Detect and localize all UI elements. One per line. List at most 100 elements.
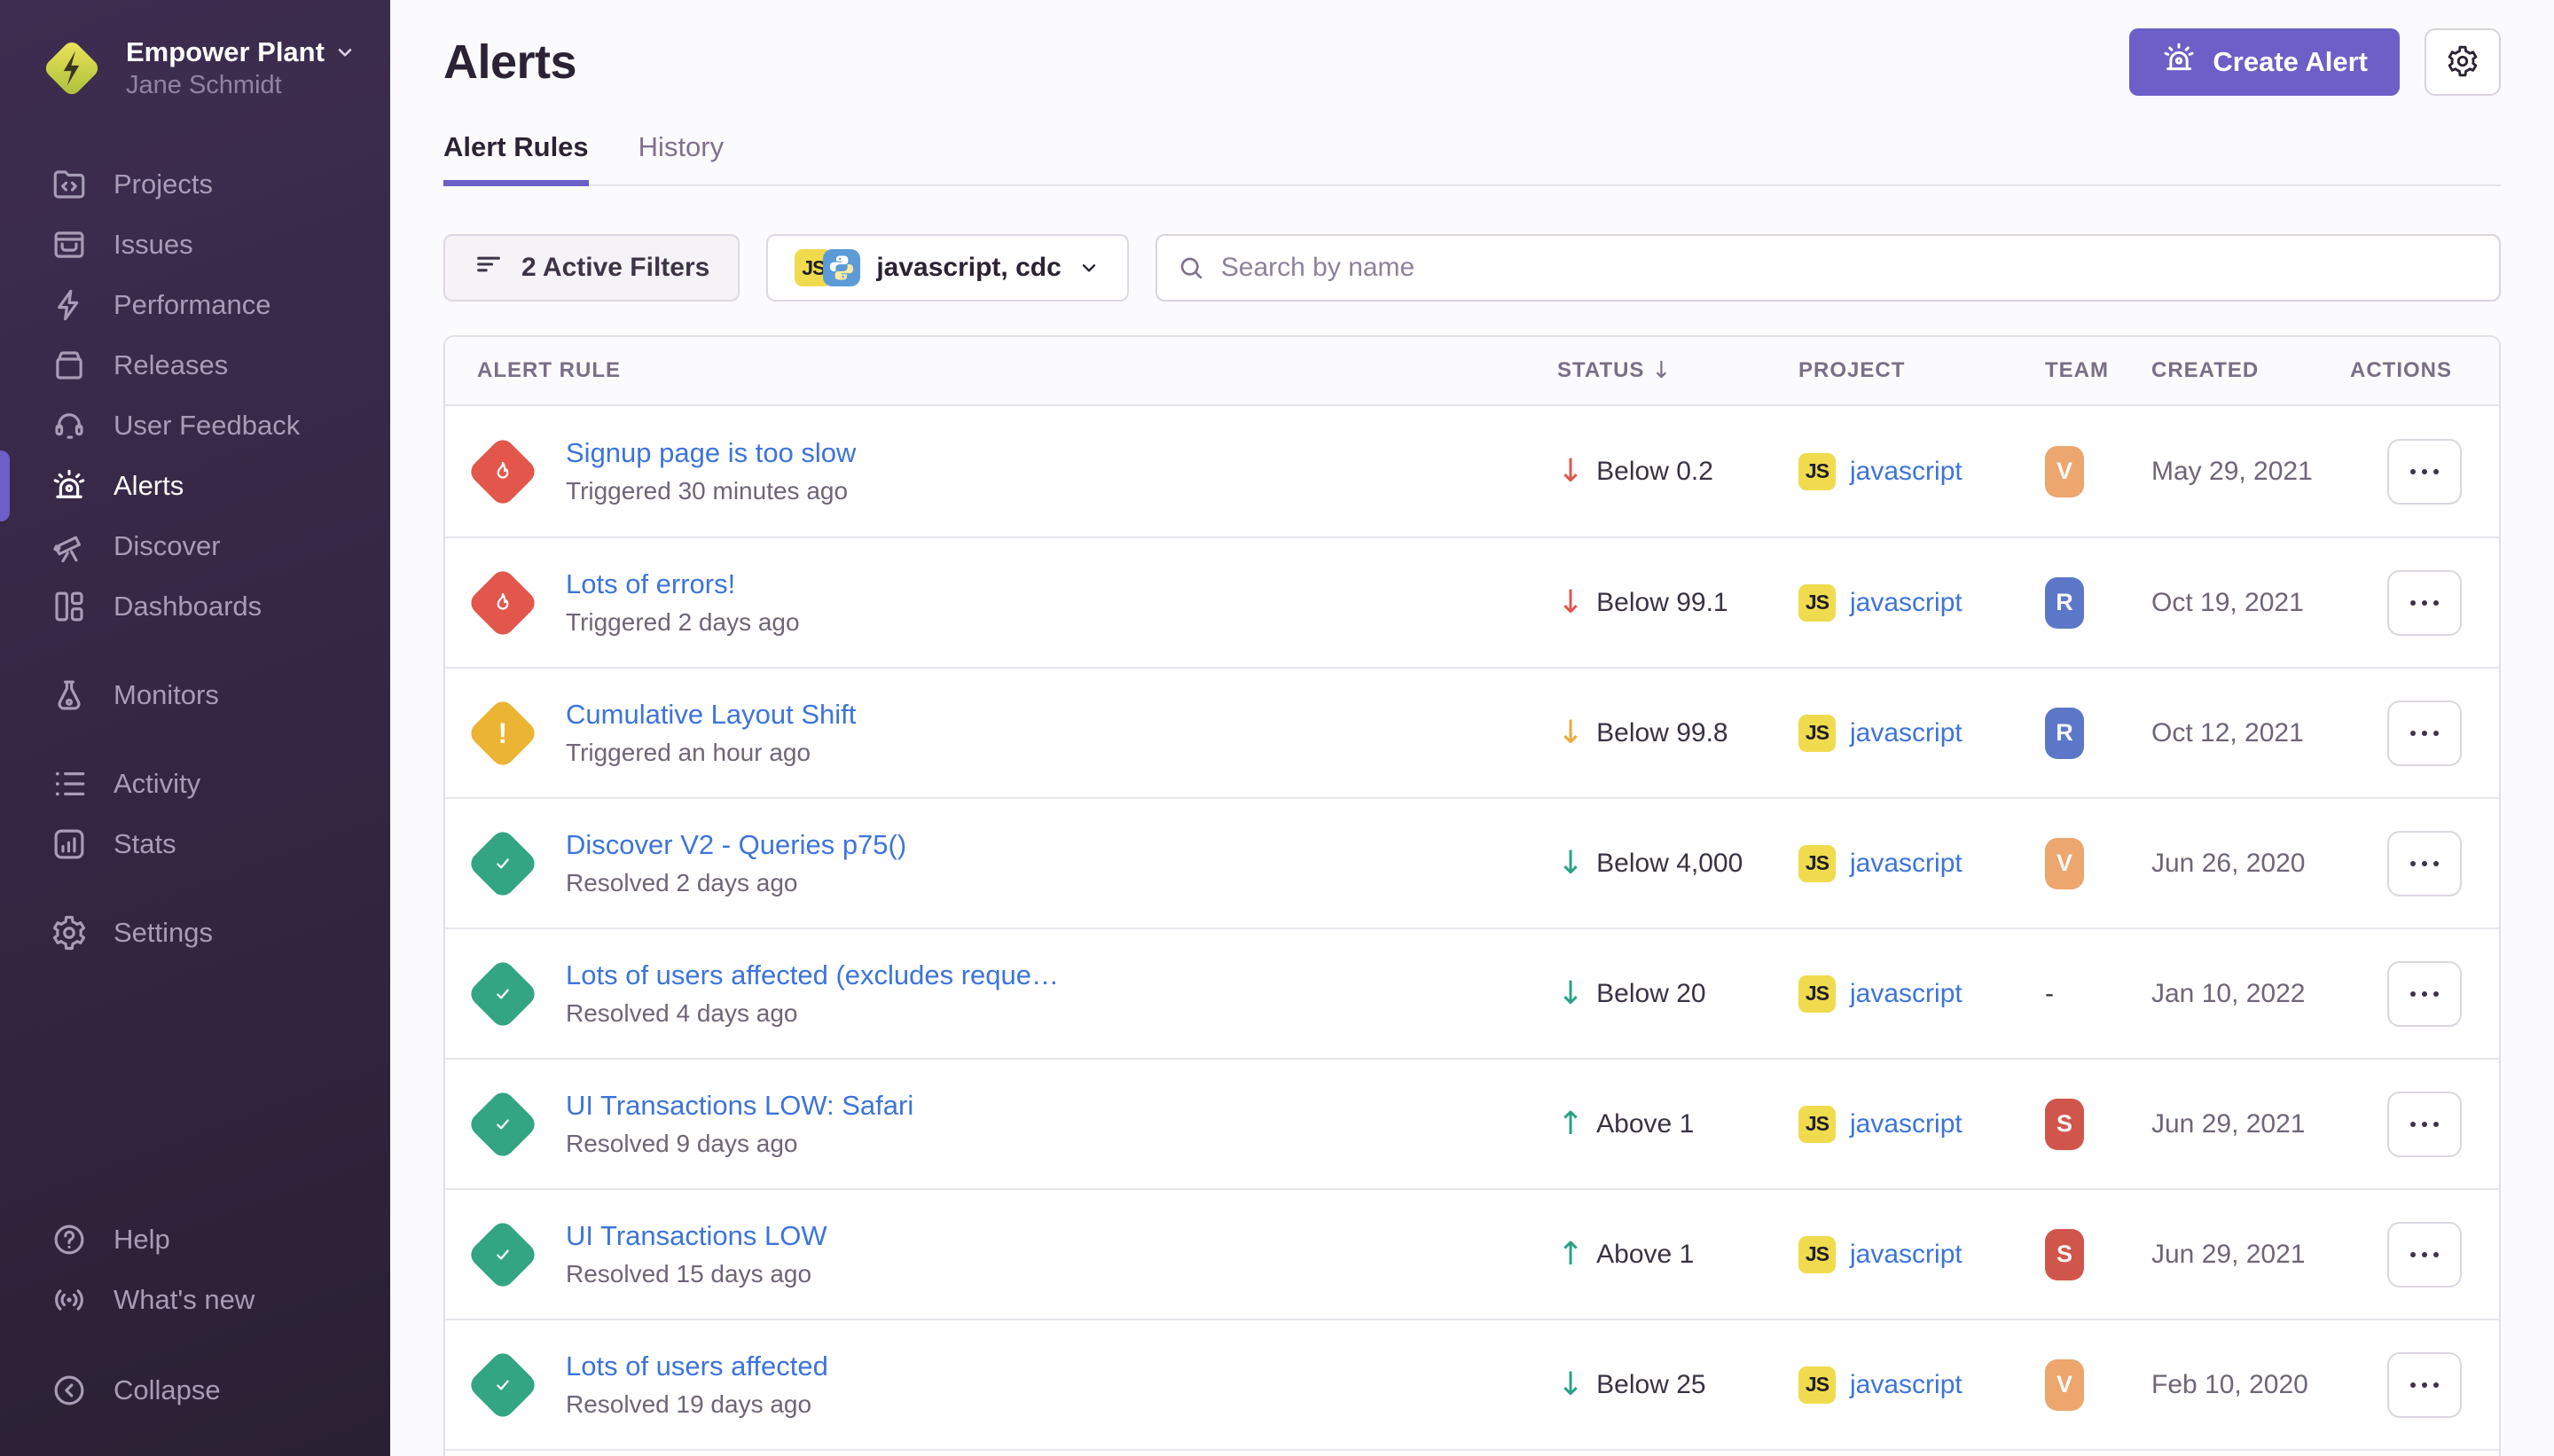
alerts-icon	[50, 466, 89, 505]
stats-icon	[50, 825, 89, 864]
org-switcher[interactable]: Empower Plant Jane Schmidt	[0, 0, 390, 103]
search-input[interactable]	[1156, 234, 2501, 301]
critical-icon	[466, 566, 539, 638]
tab-alert-rules[interactable]: Alert Rules	[443, 131, 589, 184]
sidebar-item-monitors[interactable]: Monitors	[0, 665, 390, 725]
table-row: Signup page is too slow Triggered 30 min…	[445, 406, 2499, 536]
create-alert-button[interactable]: Create Alert	[2129, 28, 2400, 96]
team-avatar: V	[2045, 838, 2084, 889]
project-link[interactable]: javascript	[1850, 1240, 1963, 1270]
alert-rule-link[interactable]: Cumulative Layout Shift	[566, 698, 856, 731]
row-actions-button[interactable]	[2387, 570, 2462, 636]
project-link[interactable]: javascript	[1850, 457, 1963, 487]
row-actions-button[interactable]	[2387, 439, 2462, 505]
resolved-icon	[466, 957, 539, 1029]
row-actions-button[interactable]	[2387, 1222, 2462, 1288]
status-threshold: Below 4,000	[1596, 849, 1743, 879]
arrow-down-icon: ↓	[1557, 456, 1584, 488]
table-row: Discover V2 - Queries p75() Resolved 2 d…	[445, 797, 2499, 928]
javascript-platform-icon: JS	[1798, 1236, 1836, 1273]
row-actions-button[interactable]	[2387, 961, 2462, 1027]
project-link[interactable]: javascript	[1850, 1109, 1963, 1139]
created-date: Oct 19, 2021	[2151, 588, 2350, 618]
table-row: UI Transactions LOW Resolved 15 days ago…	[445, 1188, 2499, 1319]
resolved-icon	[466, 1348, 539, 1421]
project-filter-dropdown[interactable]: JS javascript, cdc	[766, 234, 1128, 301]
sidebar-item-settings[interactable]: Settings	[0, 903, 390, 963]
arrow-down-icon: ↓	[1557, 1369, 1584, 1401]
javascript-platform-icon: JS	[1798, 975, 1836, 1013]
warning-icon: !	[466, 696, 539, 769]
project-link[interactable]: javascript	[1850, 588, 1963, 618]
sidebar-item-activity[interactable]: Activity	[0, 754, 390, 814]
resolved-icon	[466, 826, 539, 899]
sidebar-item-discover[interactable]: Discover	[0, 516, 390, 576]
status-threshold: Below 20	[1596, 979, 1705, 1009]
javascript-platform-icon: JS	[1798, 715, 1836, 752]
column-status[interactable]: STATUS↓	[1557, 357, 1798, 384]
siren-icon	[2161, 41, 2197, 83]
resolved-icon	[466, 1087, 539, 1160]
sidebar-item-alerts[interactable]: Alerts	[0, 456, 390, 516]
alert-rule-link[interactable]: Signup page is too slow	[566, 436, 856, 469]
row-actions-button[interactable]	[2387, 1092, 2462, 1157]
table-row: Lots of errors! Triggered 2 days ago ↓ B…	[445, 536, 2499, 667]
row-actions-button[interactable]	[2387, 1352, 2462, 1418]
sidebar-item-what-s-new[interactable]: What's new	[0, 1270, 390, 1330]
table-row	[445, 1449, 2499, 1456]
alert-rule-status-text: Resolved 4 days ago	[566, 998, 1059, 1029]
column-team: TEAM	[2045, 358, 2151, 383]
row-actions-button[interactable]	[2387, 701, 2462, 766]
main-content: Alerts Create Alert Alert Rules History	[390, 0, 2554, 1456]
sidebar-footer: Help What's new Collapse	[0, 1209, 390, 1456]
sidebar-item-help[interactable]: Help	[0, 1209, 390, 1270]
project-link[interactable]: javascript	[1850, 979, 1963, 1009]
discover-icon	[50, 527, 89, 566]
alert-rule-link[interactable]: UI Transactions LOW	[566, 1219, 827, 1252]
status-threshold: Below 99.8	[1596, 718, 1727, 748]
status-threshold: Below 25	[1596, 1370, 1705, 1400]
row-actions-button[interactable]	[2387, 831, 2462, 896]
critical-icon	[466, 434, 539, 507]
alert-rule-status-text: Triggered an hour ago	[566, 738, 856, 768]
table-header: ALERT RULE STATUS↓ PROJECT TEAM CREATED …	[445, 337, 2499, 406]
arrow-down-icon: ↓	[1557, 717, 1584, 749]
status-threshold: Below 0.2	[1596, 457, 1713, 487]
alert-rule-status-text: Triggered 30 minutes ago	[566, 476, 856, 506]
team-avatar: S	[2045, 1099, 2084, 1150]
status-threshold: Above 1	[1596, 1109, 1694, 1139]
alert-rule-link[interactable]: Lots of errors!	[566, 568, 800, 600]
team-avatar: V	[2045, 1359, 2084, 1411]
project-link[interactable]: javascript	[1850, 849, 1963, 879]
sidebar-item-stats[interactable]: Stats	[0, 814, 390, 874]
monitors-icon	[50, 676, 89, 715]
alert-rule-status-text: Resolved 19 days ago	[566, 1389, 828, 1420]
table-row: Lots of users affected Resolved 19 days …	[445, 1319, 2499, 1449]
project-link[interactable]: javascript	[1850, 1370, 1963, 1400]
arrow-down-icon: ↓	[1557, 978, 1584, 1010]
sidebar-item-issues[interactable]: Issues	[0, 215, 390, 275]
alerts-settings-button[interactable]	[2425, 28, 2501, 96]
table-row: Lots of users affected (excludes reque… …	[445, 928, 2499, 1058]
filter-icon	[474, 249, 504, 286]
created-date: Jun 29, 2021	[2151, 1109, 2350, 1139]
tab-history[interactable]: History	[638, 131, 724, 184]
sidebar-item-projects[interactable]: Projects	[0, 154, 390, 215]
alert-rule-link[interactable]: Discover V2 - Queries p75()	[566, 828, 906, 861]
javascript-platform-icon: JS	[1798, 1366, 1836, 1404]
python-platform-icon	[823, 249, 860, 286]
alert-rule-status-text: Resolved 9 days ago	[566, 1129, 913, 1159]
sidebar-item-performance[interactable]: Performance	[0, 275, 390, 335]
chevron-down-icon	[1077, 256, 1101, 279]
alert-rule-link[interactable]: Lots of users affected	[566, 1350, 828, 1382]
project-link[interactable]: javascript	[1850, 718, 1963, 748]
created-date: Feb 10, 2020	[2151, 1370, 2350, 1400]
alert-rule-link[interactable]: UI Transactions LOW: Safari	[566, 1089, 913, 1122]
sidebar-item-collapse[interactable]: Collapse	[0, 1360, 390, 1421]
sidebar-item-dashboards[interactable]: Dashboards	[0, 576, 390, 637]
javascript-platform-icon: JS	[1798, 453, 1836, 490]
active-filters-button[interactable]: 2 Active Filters	[443, 234, 740, 301]
alert-rule-link[interactable]: Lots of users affected (excludes reque…	[566, 959, 1059, 991]
sidebar-item-releases[interactable]: Releases	[0, 335, 390, 395]
sidebar-item-user-feedback[interactable]: User Feedback	[0, 395, 390, 456]
